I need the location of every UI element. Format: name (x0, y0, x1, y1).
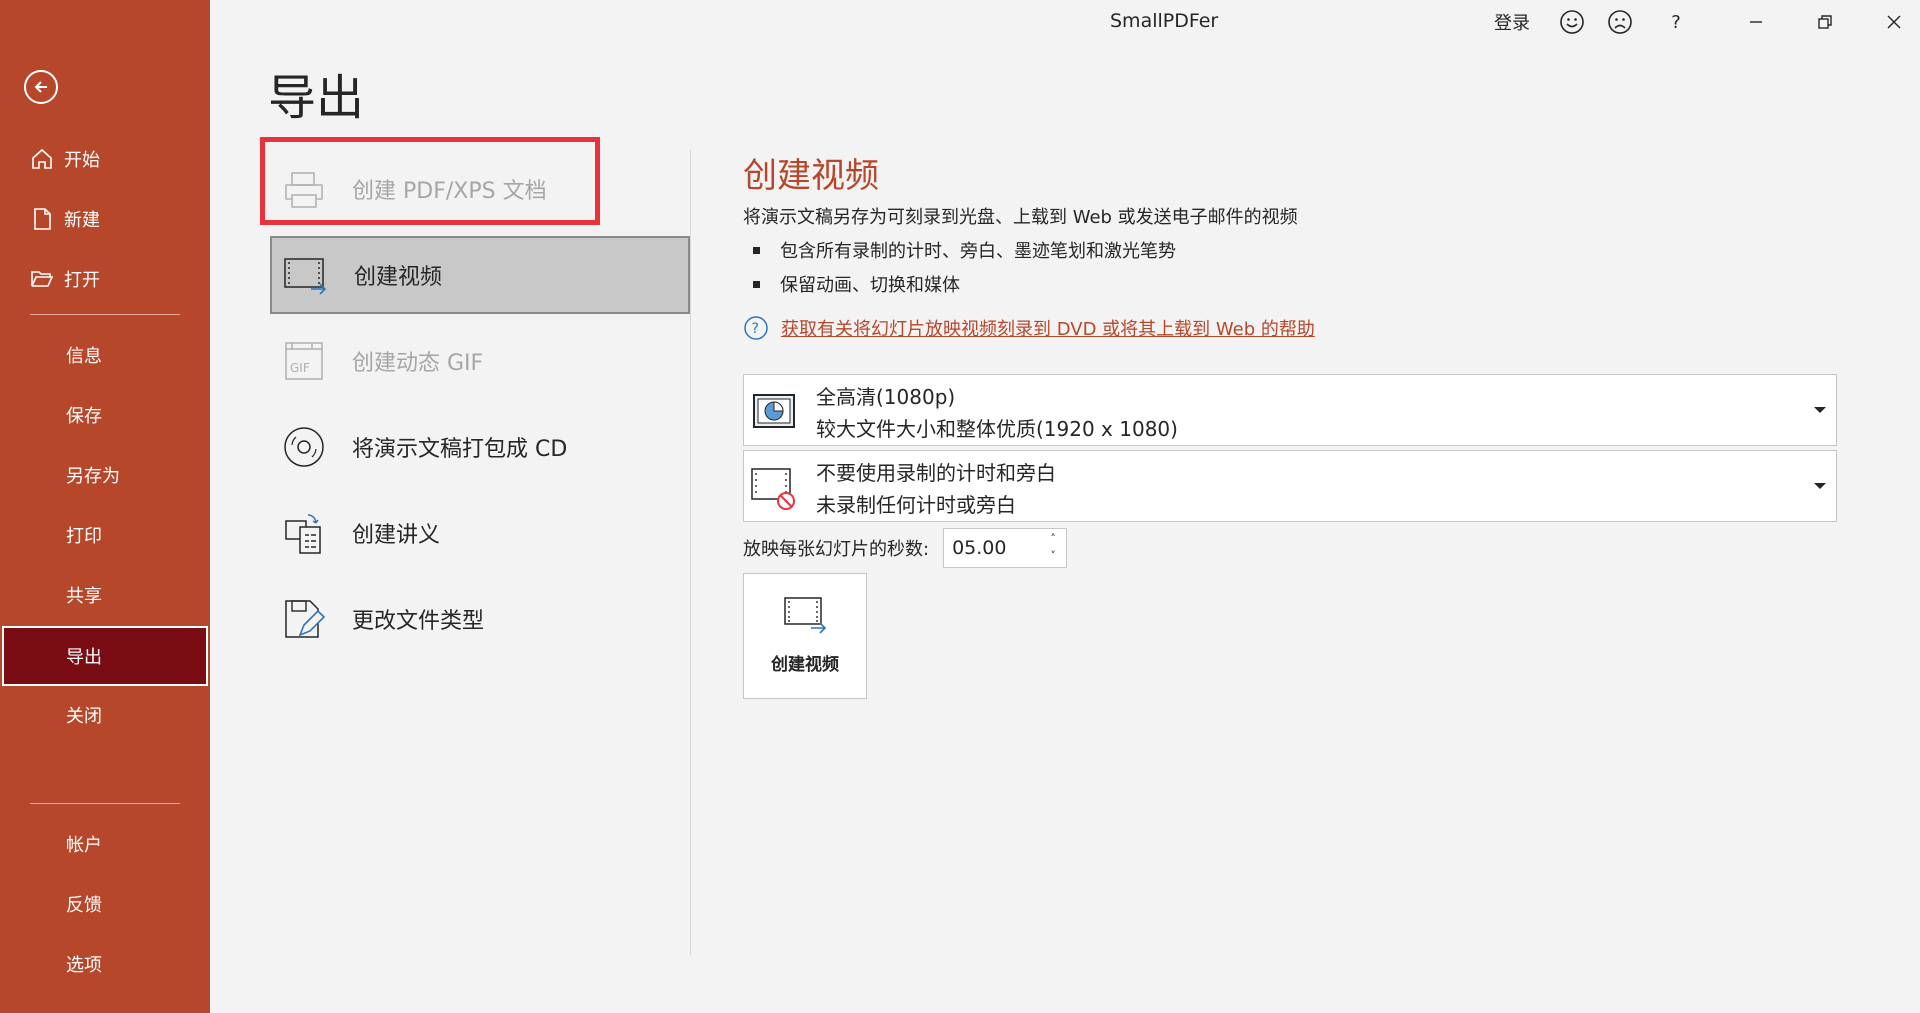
sidebar-item-label: 共享 (66, 586, 102, 607)
back-arrow-icon (34, 81, 47, 93)
gif-icon: GIF (280, 337, 328, 385)
sidebar-item-info[interactable]: 信息 (0, 327, 210, 383)
export-option-label: 更改文件类型 (352, 609, 485, 634)
create-video-panel: 创建视频 将演示文稿另存为可刻录到光盘、上载到 Web 或发送电子邮件的视频 包… (743, 148, 1843, 699)
sidebar-item-label: 新建 (64, 210, 100, 231)
export-option-package-cd[interactable]: 将演示文稿打包成 CD (270, 408, 690, 486)
export-option-create-gif[interactable]: GIF 创建动态 GIF (270, 322, 690, 400)
sidebar-item-save-as[interactable]: 另存为 (0, 447, 210, 503)
sidebar-item-feedback[interactable]: 反馈 (0, 876, 210, 932)
export-option-create-video[interactable]: 创建视频 (270, 236, 690, 314)
dropdown-title: 不要使用录制的计时和旁白 (816, 461, 1056, 485)
create-video-button[interactable]: 创建视频 (743, 573, 867, 699)
sidebar-item-label: 另存为 (66, 466, 120, 487)
section-title: 创建视频 (743, 156, 879, 196)
handout-icon (280, 509, 328, 557)
video-film-icon (282, 251, 330, 299)
sidebar-item-home[interactable]: 开始 (0, 131, 210, 187)
list-item: 保留动画、切换和媒体 (743, 271, 1843, 297)
export-option-label: 创建讲义 (352, 523, 441, 548)
sidebar-item-label: 导出 (66, 647, 102, 668)
back-button[interactable] (24, 70, 58, 104)
help-link[interactable]: 获取有关将幻灯片放映视频刻录到 DVD 或将其上载到 Web 的帮助 (781, 315, 1315, 341)
section-description: 将演示文稿另存为可刻录到光盘、上载到 Web 或发送电子邮件的视频 (743, 207, 1298, 228)
bullet-text: 保留动画、切换和媒体 (780, 275, 960, 296)
create-video-button-label: 创建视频 (771, 655, 839, 675)
restore-icon[interactable] (1805, 6, 1845, 38)
open-folder-icon (30, 267, 54, 291)
video-film-icon (784, 597, 827, 634)
timing-narration-dropdown[interactable]: 不要使用录制的计时和旁白 未录制任何计时或旁白 (743, 450, 1837, 522)
export-option-create-handouts[interactable]: 创建讲义 (270, 494, 690, 572)
export-option-label: 将演示文稿打包成 CD (352, 437, 568, 462)
seconds-per-slide-row: 放映每张幻灯片的秒数: ˄ ˅ (743, 528, 1068, 568)
sidebar-item-share[interactable]: 共享 (0, 567, 210, 623)
home-icon (30, 147, 54, 171)
pdf-printer-icon (280, 165, 328, 213)
export-option-label: 创建动态 GIF (352, 351, 484, 376)
sidebar-item-print[interactable]: 打印 (0, 507, 210, 563)
panel-divider (690, 150, 691, 955)
dropdown-subtitle: 未录制任何计时或旁白 (816, 493, 1016, 517)
export-option-change-file-type[interactable]: 更改文件类型 (270, 580, 690, 658)
list-item: 包含所有录制的计时、旁白、墨迹笔划和激光笔势 (743, 237, 1843, 263)
sidebar-item-options[interactable]: 选项 (0, 936, 210, 992)
svg-text:GIF: GIF (290, 361, 310, 375)
chevron-up-icon[interactable]: ˄ (1046, 532, 1060, 546)
svg-text:?: ? (752, 321, 759, 337)
sidebar-item-new[interactable]: 新建 (0, 191, 210, 247)
page-title: 导出 (268, 70, 365, 126)
chevron-down-icon (1814, 483, 1826, 489)
sidebar-item-label: 关闭 (66, 706, 102, 727)
export-option-label: 创建视频 (354, 265, 443, 290)
sidebar-item-label: 选项 (66, 955, 102, 976)
smile-icon[interactable] (1556, 6, 1588, 38)
signin-button[interactable]: 登录 (1494, 6, 1530, 38)
change-file-type-icon (280, 595, 328, 643)
seconds-per-slide-input[interactable] (944, 529, 1045, 567)
bullet-text: 包含所有录制的计时、旁白、墨迹笔划和激光笔势 (780, 241, 1176, 262)
minimize-icon[interactable] (1736, 6, 1776, 38)
bullet-icon (753, 280, 760, 288)
sidebar-item-label: 打印 (66, 526, 102, 547)
sidebar-item-label: 反馈 (66, 895, 102, 916)
sidebar-item-close[interactable]: 关闭 (0, 687, 210, 743)
chevron-down-icon[interactable]: ˅ (1046, 549, 1060, 563)
close-icon[interactable] (1874, 6, 1914, 38)
sidebar-item-label: 打开 (64, 270, 100, 291)
dropdown-subtitle: 较大文件大小和整体优质(1920 x 1080) (816, 417, 1178, 441)
sidebar-divider (30, 803, 180, 804)
help-icon[interactable]: ? (1664, 6, 1688, 38)
export-option-label: 创建 PDF/XPS 文档 (352, 179, 547, 204)
sidebar-item-label: 保存 (66, 406, 102, 427)
app-title: SmallPDFer (1110, 10, 1219, 32)
sidebar-item-label: 帐户 (66, 835, 102, 856)
presentation-quality-icon (753, 394, 795, 428)
bullet-icon (753, 246, 760, 254)
dropdown-title: 全高清(1080p) (816, 385, 956, 409)
seconds-per-slide-stepper[interactable]: ˄ ˅ (943, 528, 1068, 568)
sidebar-item-label: 开始 (64, 150, 100, 171)
cd-icon (280, 423, 328, 471)
chevron-down-icon (1814, 407, 1826, 413)
sidebar-item-export[interactable]: 导出 (2, 626, 208, 686)
sidebar-item-save[interactable]: 保存 (0, 387, 210, 443)
export-option-pdf-xps[interactable]: 创建 PDF/XPS 文档 (270, 150, 690, 228)
no-timing-icon (751, 468, 795, 510)
new-document-icon (30, 207, 54, 231)
video-quality-dropdown[interactable]: 全高清(1080p) 较大文件大小和整体优质(1920 x 1080) (743, 374, 1837, 446)
backstage-sidebar: 开始 新建 打开 信息 保存 另存为 打印 共享 导出 关闭 帐户 反馈 选项 (0, 0, 210, 1013)
help-row: ? 获取有关将幻灯片放映视频刻录到 DVD 或将其上载到 Web 的帮助 (743, 315, 1843, 341)
sidebar-item-label: 信息 (66, 346, 102, 367)
sidebar-item-open[interactable]: 打开 (0, 251, 210, 307)
seconds-per-slide-label: 放映每张幻灯片的秒数: (743, 539, 930, 560)
frown-icon[interactable] (1604, 6, 1636, 38)
sidebar-divider (30, 314, 180, 315)
title-bar: SmallPDFer 登录 ? (210, 0, 1920, 44)
sidebar-item-account[interactable]: 帐户 (0, 816, 210, 872)
help-circle-icon: ? (744, 316, 768, 340)
